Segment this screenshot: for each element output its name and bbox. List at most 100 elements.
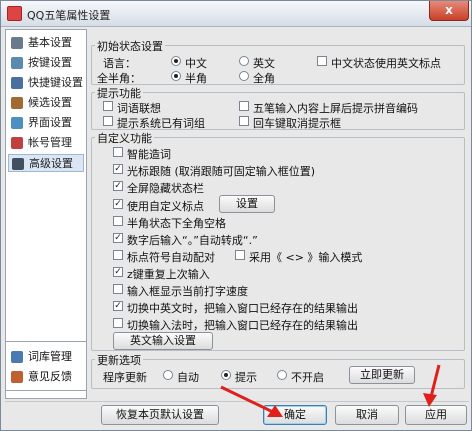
initial-state-title: 初始状态设置 [95, 38, 165, 54]
sidebar-item-label: 按键设置 [28, 56, 72, 69]
checkbox-box: ✓ [113, 181, 123, 191]
checkbox-box: ✓ [113, 233, 123, 243]
checkbox-label: 五笔输入内容上屏后提示拼音编码 [253, 102, 418, 115]
dictionary-manager-link[interactable]: 词库管理 [8, 348, 84, 366]
display-icon [11, 117, 23, 129]
checkbox-box: ✓ [113, 199, 123, 209]
advanced-icon [12, 158, 24, 170]
close-button[interactable]: x [429, 1, 469, 21]
existing-phrase-hint-checkbox[interactable]: 提示系统已有词组 [103, 115, 205, 131]
radio-indicator [277, 370, 287, 380]
radio-label: 半角 [185, 72, 207, 85]
checkbox-label: 提示系统已有词组 [117, 117, 205, 130]
checkbox-box [113, 216, 123, 226]
tool-label: 词库管理 [28, 350, 72, 363]
sidebar-item-label: 基本设置 [28, 36, 72, 49]
sidebar-item-display[interactable]: 界面设置 [8, 114, 84, 132]
custom-function-title: 自定义功能 [95, 130, 154, 146]
radio-label: 英文 [253, 57, 275, 70]
checkbox-box: ✓ [113, 301, 123, 311]
pinyin-hint-checkbox[interactable]: 五笔输入内容上屏后提示拼音编码 [239, 100, 418, 116]
custom-punctuation-checkbox[interactable]: ✓ 使用自定义标点 [113, 198, 204, 214]
angle-bracket-mode-checkbox[interactable]: 采用《 <> 》输入模式 [235, 249, 362, 265]
checkbox-label: 智能造词 [127, 148, 171, 161]
radio-selected-indicator [171, 56, 181, 66]
sidebar-item-label: 界面设置 [28, 116, 72, 129]
checkbox-label: 切换中英文时，把输入窗口已经存在的结果输出 [127, 302, 358, 315]
wrench-icon [11, 37, 23, 49]
settings-window: QQ五笔属性设置 x 基本设置 按键设置 快捷键设置 候选设置 界面设置 帐号管… [0, 0, 472, 431]
title-bar[interactable]: QQ五笔属性设置 x [1, 1, 471, 27]
auto-pair-punct-checkbox[interactable]: 标点符号自动配对 [113, 249, 215, 265]
sidebar-item-advanced[interactable]: 高级设置 [8, 154, 84, 172]
width-label: 全半角： [97, 72, 141, 85]
radio-selected-indicator [171, 71, 181, 81]
radio-label: 全角 [253, 72, 275, 85]
checkbox-box: ✓ [113, 164, 123, 174]
restore-defaults-button[interactable]: 恢复本页默认设置 [101, 405, 219, 425]
checkbox-label: 光标跟随 (取消跟随可固定输入框位置) [127, 165, 316, 178]
radio-indicator [239, 56, 249, 66]
number-period-convert-checkbox[interactable]: ✓ 数字后输入“。”自动转成“.” [113, 232, 258, 248]
candidate-icon [11, 97, 23, 109]
radio-label: 中文 [185, 57, 207, 70]
qq-wubi-logo-icon [7, 6, 22, 21]
checkbox-box [113, 250, 123, 260]
checkbox-box [113, 318, 123, 328]
annotation-arrow-ok [220, 385, 283, 417]
half-width-radio[interactable]: 半角 [171, 70, 207, 86]
sidebar-item-label: 快捷键设置 [28, 76, 83, 89]
checkbox-label: 切换输入法时，把输入窗口已经存在的结果输出 [127, 319, 358, 332]
sidebar-item-label: 高级设置 [29, 157, 73, 170]
word-association-checkbox[interactable]: 词语联想 [103, 100, 161, 116]
switch-ime-output-checkbox[interactable]: 切换输入法时，把输入窗口已经存在的结果输出 [113, 317, 358, 333]
dictionary-icon [11, 351, 23, 363]
checkbox-box [239, 101, 249, 111]
window-title: QQ五笔属性设置 [27, 9, 111, 22]
checkbox-label: 数字后输入“。”自动转成“.” [127, 234, 258, 247]
enter-cancel-hint-checkbox[interactable]: 回车键取消提示框 [239, 115, 341, 131]
typing-speed-checkbox[interactable]: 输入框显示当前打字速度 [113, 283, 248, 299]
checkbox-box [113, 284, 123, 294]
sidebar-item-keys[interactable]: 按键设置 [8, 54, 84, 72]
feedback-icon [11, 371, 23, 383]
smart-word-creation-checkbox[interactable]: 智能造词 [113, 146, 171, 162]
radio-indicator [239, 71, 249, 81]
sidebar-item-shortcuts[interactable]: 快捷键设置 [8, 74, 84, 92]
cancel-button[interactable]: 取消 [335, 405, 399, 425]
sidebar-tools: 词库管理 意见反馈 [5, 341, 87, 391]
checkbox-box [235, 250, 245, 260]
punctuation-settings-button[interactable]: 设置 [219, 195, 275, 213]
checkbox-label: 回车键取消提示框 [253, 117, 341, 130]
feedback-link[interactable]: 意见反馈 [8, 368, 84, 386]
lang-english-radio[interactable]: 英文 [239, 55, 275, 71]
checkbox-box [113, 147, 123, 157]
account-icon [11, 137, 23, 149]
update-auto-radio[interactable]: 自动 [163, 369, 199, 385]
fullscreen-hide-statusbar-checkbox[interactable]: ✓ 全屏隐藏状态栏 [113, 180, 204, 196]
checkbox-box [317, 56, 327, 66]
keyboard-icon [11, 57, 23, 69]
radio-indicator [163, 370, 173, 380]
radio-selected-indicator [221, 370, 231, 380]
lang-chinese-radio[interactable]: 中文 [171, 55, 207, 71]
cn-state-en-punct-checkbox[interactable]: 中文状态使用英文标点 [317, 55, 441, 71]
sidebar-item-candidates[interactable]: 候选设置 [8, 94, 84, 112]
sidebar-item-basic[interactable]: 基本设置 [8, 34, 84, 52]
update-now-button[interactable]: 立即更新 [349, 366, 415, 384]
checkbox-label: 采用《 <> 》输入模式 [249, 251, 363, 264]
fullwidth-space-checkbox[interactable]: 半角状态下全角空格 [113, 215, 226, 231]
checkbox-label: 中文状态使用英文标点 [331, 57, 441, 70]
checkbox-box [239, 116, 249, 126]
z-repeat-input-checkbox[interactable]: ✓ z键重复上次输入 [113, 266, 210, 282]
english-input-settings-button[interactable]: 英文输入设置 [113, 332, 213, 350]
checkbox-box [103, 116, 113, 126]
sidebar-item-account[interactable]: 帐号管理 [8, 134, 84, 152]
tool-label: 意见反馈 [28, 370, 72, 383]
checkbox-label: z键重复上次输入 [127, 268, 210, 281]
hint-title: 提示功能 [95, 85, 143, 101]
switch-lang-output-checkbox[interactable]: ✓ 切换中英文时，把输入窗口已经存在的结果输出 [113, 300, 358, 316]
full-width-radio[interactable]: 全角 [239, 70, 275, 86]
cursor-follow-checkbox[interactable]: ✓ 光标跟随 (取消跟随可固定输入框位置) [113, 163, 315, 179]
settings-panel: 初始状态设置 语言： 中文 英文 中文状态使用英文标点 全半角： 半角 全角 提… [89, 29, 469, 399]
